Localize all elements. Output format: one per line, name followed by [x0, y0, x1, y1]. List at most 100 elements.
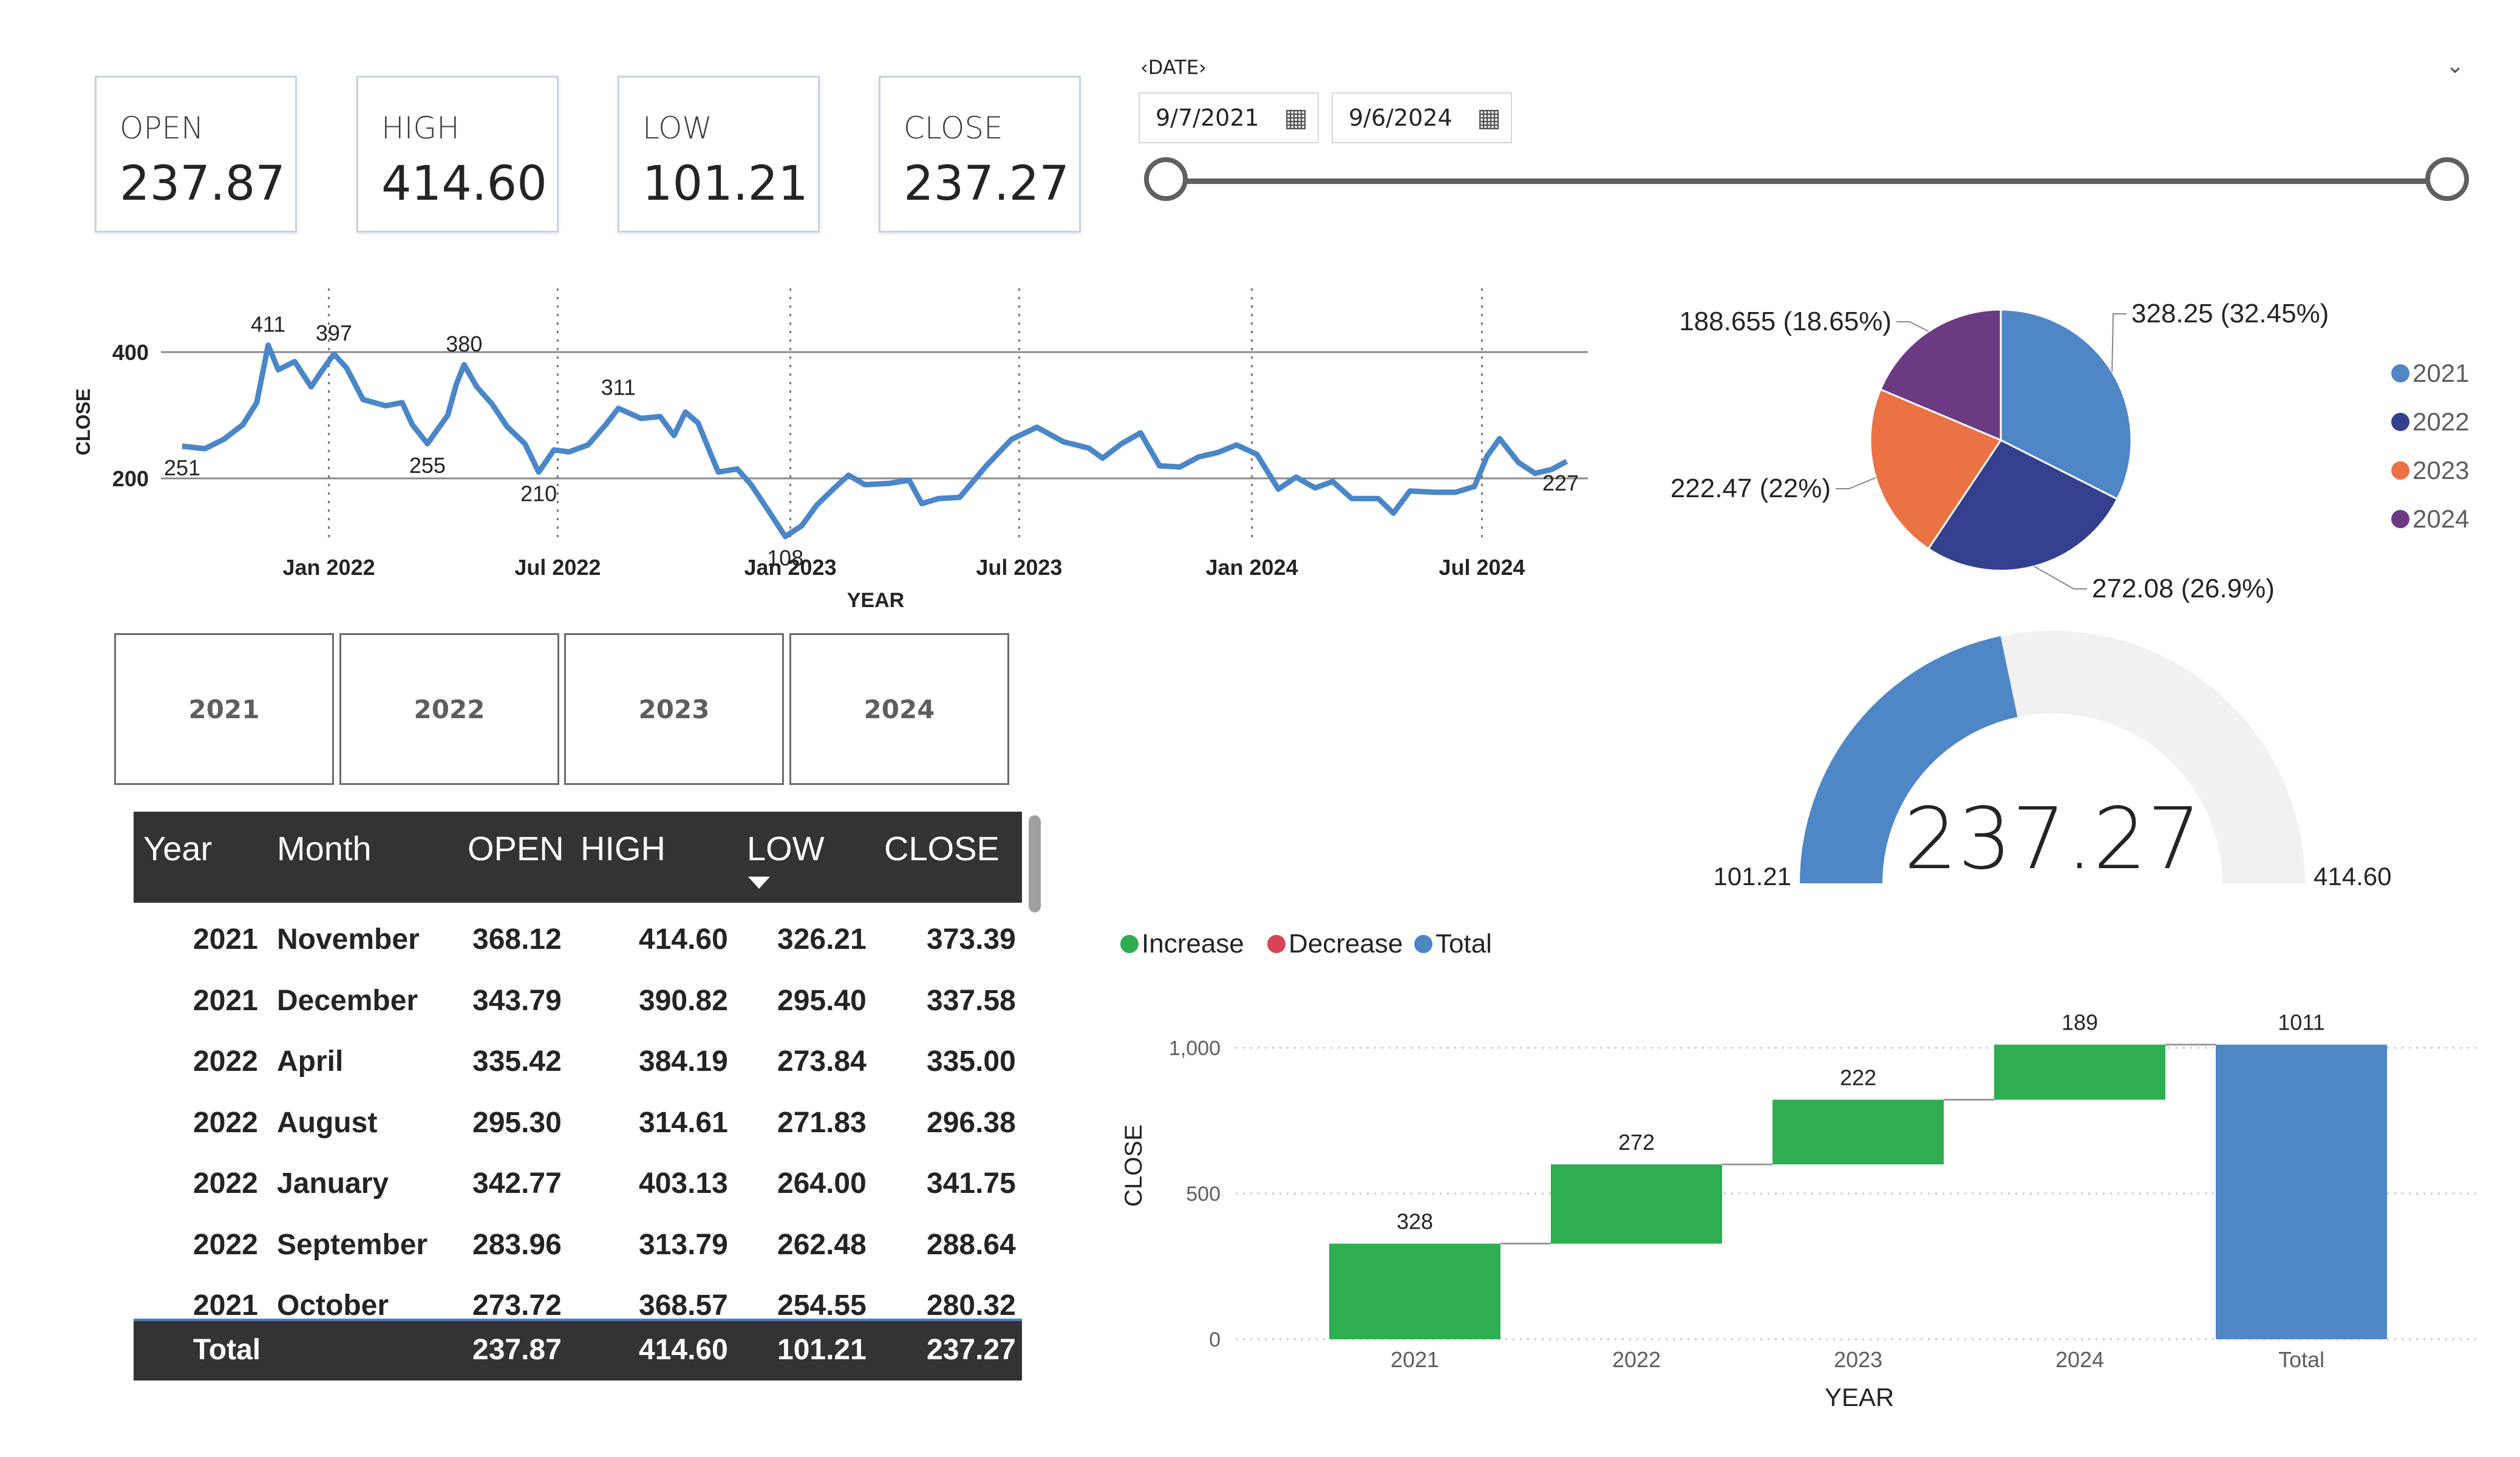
y-tick-label: 500 — [1186, 1183, 1221, 1206]
legend-label: Decrease — [1289, 929, 1403, 959]
column-header-year[interactable]: Year — [143, 829, 212, 868]
data-label: 222 — [1840, 1065, 1876, 1090]
pie-leader-line — [1896, 321, 1929, 332]
table-cell-close: 335.00 — [927, 1045, 1016, 1078]
chevron-down-icon[interactable]: ⌄ — [2446, 53, 2464, 78]
x-tick-label: Jul 2024 — [1439, 555, 1525, 580]
table-cell-low: 264.00 — [777, 1167, 867, 1200]
year-slicer-label: 2021 — [188, 694, 260, 724]
data-label: 1011 — [2278, 1010, 2324, 1035]
data-label: 380 — [446, 331, 482, 356]
total-label: Total — [193, 1334, 261, 1366]
table-cell-open: 368.12 — [472, 923, 562, 956]
data-label: 411 — [251, 312, 285, 337]
table-cell-high: 314.61 — [639, 1106, 728, 1139]
table-total-row — [134, 1319, 1022, 1381]
close-waterfall-chart: Increase Decrease Total 0 500 1,000 CLOSE YEAR 3… — [1120, 929, 2481, 1411]
table-cell-low: 273.84 — [777, 1045, 867, 1078]
table-cell-high: 368.57 — [639, 1289, 728, 1322]
year-pie-chart: 328.25 (32.45%) 272.08 (26.9%) 222.47 (22%… — [1670, 299, 2470, 603]
column-header-close[interactable]: CLOSE — [884, 829, 999, 868]
legend-label: 2023 — [2413, 456, 2469, 484]
kpi-card-high: HIGH 414.60 — [356, 76, 559, 233]
gauge-value: 237.27 — [1904, 790, 2201, 889]
waterfall-bar-Total — [2216, 1044, 2387, 1339]
legend-marker — [1414, 935, 1432, 953]
legend-label: Increase — [1142, 929, 1244, 959]
year-slicer-2023[interactable]: 2023 — [564, 633, 784, 785]
kpi-value: 237.87 — [120, 157, 285, 211]
kpi-card-close: CLOSE 237.27 — [879, 76, 1081, 233]
pie-data-label: 328.25 (32.45%) — [2131, 299, 2329, 328]
column-header-high[interactable]: HIGH — [581, 829, 666, 868]
table-cell-high: 313.79 — [639, 1228, 728, 1261]
table-scrollbar[interactable] — [1029, 815, 1041, 912]
data-label: 255 — [409, 453, 446, 478]
waterfall-bar-2021 — [1329, 1243, 1500, 1339]
x-tick-label: 2021 — [1391, 1347, 1439, 1372]
table-cell-year: 2022 — [193, 1106, 258, 1139]
date-end-input[interactable]: 9/6/2024 ▦ — [1332, 92, 1512, 143]
column-header-month[interactable]: Month — [277, 829, 372, 868]
waterfall-bar-2023 — [1773, 1099, 1944, 1164]
close-line-chart: 200400Jan 2022 Jul 2022 Jan 2023 Jul 2023 Ja… — [72, 288, 1588, 612]
kpi-label: OPEN — [120, 110, 204, 146]
data-label: 311 — [601, 375, 636, 400]
sort-descending-icon[interactable] — [748, 877, 770, 889]
table-cell-month: April — [277, 1045, 344, 1078]
pie-data-label: 272.08 (26.9%) — [2092, 574, 2275, 603]
x-tick-label: 2024 — [2055, 1347, 2104, 1372]
table-cell-year: 2021 — [193, 984, 258, 1017]
date-start-value: 9/7/2021 — [1156, 104, 1259, 131]
table-cell-year: 2022 — [193, 1045, 258, 1078]
year-slicer-label: 2024 — [863, 694, 935, 724]
legend-label: 2024 — [2413, 504, 2469, 533]
table-cell-low: 262.48 — [777, 1228, 867, 1261]
date-range-end-handle[interactable] — [2425, 157, 2469, 201]
table-cell-month: September — [277, 1228, 428, 1261]
data-label: 227 — [1542, 470, 1579, 495]
calendar-icon[interactable]: ▦ — [1477, 93, 1501, 142]
table-cell-close: 373.39 — [927, 923, 1016, 956]
pie-leader-line — [2111, 313, 2127, 372]
table-cell-year: 2021 — [193, 923, 258, 956]
pie-data-label: 188.655 (18.65%) — [1679, 307, 1892, 336]
legend-marker — [2391, 413, 2409, 431]
y-axis-title: CLOSE — [72, 389, 94, 455]
total-high: 414.60 — [639, 1334, 728, 1366]
year-slicer-2022[interactable]: 2022 — [339, 633, 559, 785]
table-cell-low: 295.40 — [777, 984, 867, 1017]
year-slicer-2024[interactable]: 2024 — [789, 633, 1009, 785]
table-cell-open: 295.30 — [472, 1106, 562, 1139]
y-tick-label: 200 — [112, 466, 149, 491]
close-gauge: 237.27 101.21 414.60 — [1714, 631, 2391, 891]
column-header-low[interactable]: LOW — [747, 829, 825, 868]
waterfall-bar-2024 — [1994, 1044, 2165, 1100]
table-cell-low: 326.21 — [777, 923, 867, 956]
table-cell-low: 271.83 — [777, 1106, 867, 1139]
table-cell-open: 343.79 — [472, 984, 562, 1017]
table-cell-high: 414.60 — [639, 923, 728, 956]
date-start-input[interactable]: 9/7/2021 ▦ — [1139, 92, 1319, 143]
y-tick-label: 400 — [112, 340, 149, 365]
x-tick-label: Jan 2022 — [282, 555, 375, 580]
total-close: 237.27 — [927, 1334, 1016, 1366]
table-cell-open: 342.77 — [472, 1167, 562, 1200]
calendar-icon[interactable]: ▦ — [1284, 93, 1308, 142]
table-cell-close: 280.32 — [927, 1289, 1016, 1322]
x-tick-label: Jul 2022 — [514, 555, 601, 580]
data-label: 328 — [1397, 1209, 1433, 1234]
x-tick-label: 2023 — [1834, 1347, 1882, 1372]
data-label: 108 — [767, 546, 803, 571]
legend-label: Total — [1435, 929, 1492, 959]
legend-marker — [1120, 935, 1139, 953]
legend-marker — [1267, 935, 1286, 953]
date-range-track[interactable] — [1165, 178, 2446, 184]
year-slicer-2021[interactable]: 2021 — [114, 633, 334, 785]
data-label: 189 — [2062, 1010, 2098, 1035]
column-header-open[interactable]: OPEN — [468, 829, 564, 868]
gauge-max-label: 414.60 — [2314, 862, 2391, 891]
date-range-start-handle[interactable] — [1144, 157, 1188, 201]
table-cell-open: 273.72 — [472, 1289, 562, 1322]
kpi-card-open: OPEN 237.87 — [95, 76, 297, 233]
